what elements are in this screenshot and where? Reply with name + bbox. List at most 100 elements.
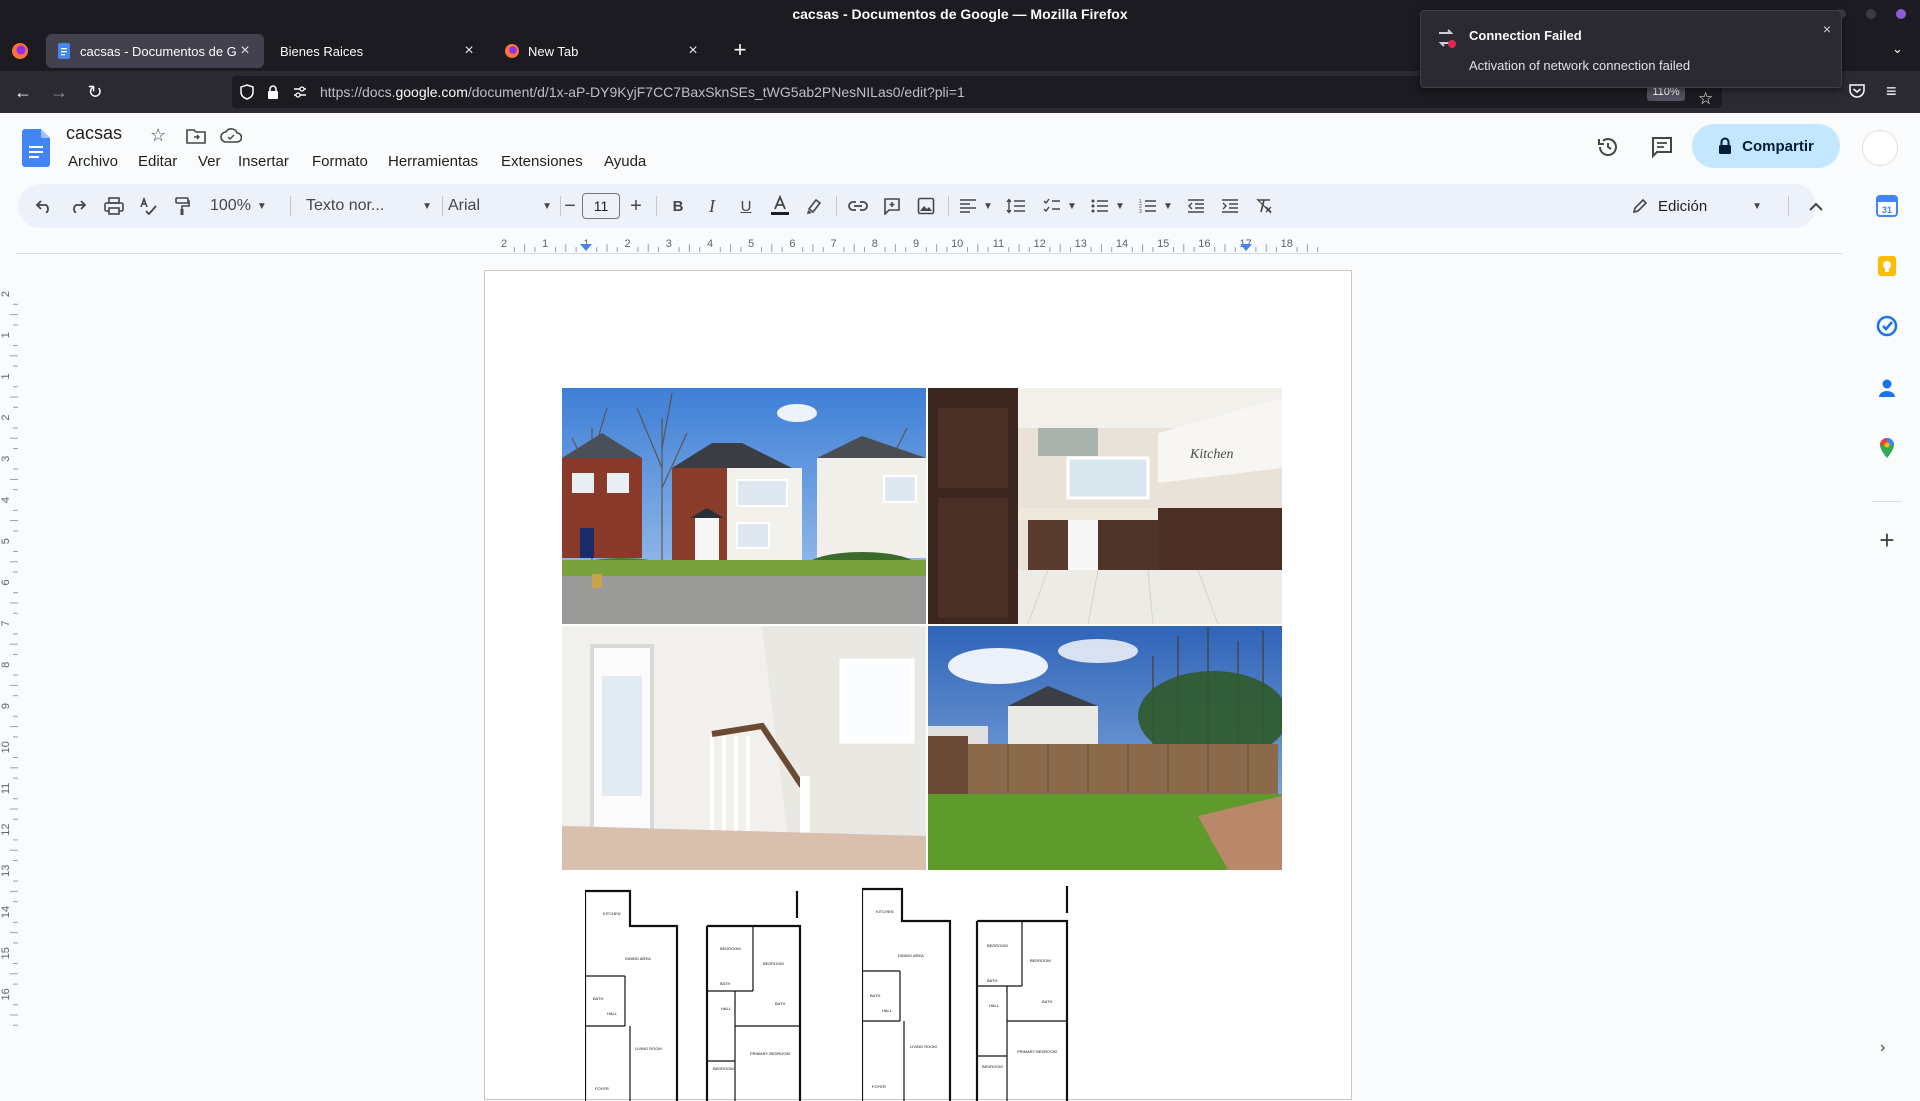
star-icon[interactable]: ☆ xyxy=(150,125,166,146)
contacts-icon[interactable] xyxy=(1876,377,1898,399)
room-label: FOYER xyxy=(872,1084,886,1089)
side-panel: 31 + › xyxy=(1854,181,1920,1080)
shield-icon[interactable] xyxy=(240,84,254,100)
show-side-panel-chevron-icon[interactable]: › xyxy=(1880,1039,1885,1057)
menu-archivo[interactable]: Archivo xyxy=(68,153,118,170)
editing-mode-select[interactable]: Edición ▼ xyxy=(1632,194,1762,218)
collapse-menus-chevron-up-icon[interactable] xyxy=(1804,194,1828,218)
italic-icon[interactable]: I xyxy=(700,194,724,218)
ruler-tick-label: 14 xyxy=(0,906,12,918)
docs-logo-icon[interactable] xyxy=(22,129,50,167)
spellcheck-icon[interactable] xyxy=(136,194,160,218)
move-folder-icon[interactable] xyxy=(186,127,206,145)
highlight-color-icon[interactable] xyxy=(802,194,826,218)
checklist-select[interactable]: ▼ xyxy=(1040,194,1080,218)
caret-down-icon: ▼ xyxy=(542,200,552,212)
photo-house-exterior[interactable] xyxy=(562,388,926,624)
undo-icon[interactable] xyxy=(32,194,56,218)
add-comment-icon[interactable] xyxy=(880,194,904,218)
horizontal-ruler[interactable]: 21123456789101112131415161718 xyxy=(16,234,1842,254)
tab-new-tab[interactable]: New Tab × xyxy=(494,34,712,68)
paragraph-style-select[interactable]: Texto nor... ▼ xyxy=(306,194,432,218)
photo-kitchen[interactable]: Kitchen xyxy=(928,388,1282,624)
close-tab-icon[interactable]: × xyxy=(460,42,478,60)
ruler-tick-label: 3 xyxy=(0,456,12,462)
cloud-status-icon[interactable] xyxy=(220,127,242,143)
floor-plan-right[interactable]: KITCHEN DINING AREA BATH HALL LIVING ROO… xyxy=(862,881,1092,1101)
avatar[interactable] xyxy=(1862,130,1898,166)
underline-icon[interactable]: U xyxy=(734,194,758,218)
tab-docs[interactable]: cacsas - Documentos de Goo × xyxy=(46,34,264,68)
room-label: BATH xyxy=(870,993,881,998)
permissions-icon[interactable] xyxy=(292,84,308,100)
align-select[interactable]: ▼ xyxy=(958,194,994,218)
numbered-list-select[interactable]: 1 2 3 ▼ xyxy=(1136,194,1176,218)
menu-extensiones[interactable]: Extensiones xyxy=(501,153,583,170)
paint-format-icon[interactable] xyxy=(170,194,194,218)
print-icon[interactable] xyxy=(102,194,126,218)
docs-favicon-icon xyxy=(56,43,72,59)
hamburger-menu-icon[interactable]: ≡ xyxy=(1886,81,1897,102)
list-all-tabs-chevron-icon[interactable]: ⌄ xyxy=(1892,41,1903,57)
maps-icon[interactable] xyxy=(1876,437,1898,459)
photo-hallway[interactable] xyxy=(562,626,926,870)
document-page[interactable]: Kitchen KITCHEN DINING AREA BATH HALL LI… xyxy=(484,270,1352,1101)
floor-plan-left-drawing xyxy=(585,889,802,1101)
add-addon-plus-icon[interactable]: + xyxy=(1874,527,1900,553)
horizontal-ruler-svg: 21123456789101112131415161718 xyxy=(501,238,1319,252)
back-arrow-icon[interactable]: ← xyxy=(10,79,36,105)
connection-failed-notification[interactable]: Connection Failed Activation of network … xyxy=(1420,10,1842,88)
keep-icon[interactable] xyxy=(1876,255,1898,277)
tab-bienes-raices[interactable]: Bienes Raices × xyxy=(270,34,488,68)
lock-icon[interactable] xyxy=(266,84,280,100)
decrease-font-size-icon[interactable]: − xyxy=(558,194,582,218)
increase-indent-icon[interactable] xyxy=(1218,194,1242,218)
calendar-icon[interactable]: 31 xyxy=(1876,195,1898,217)
left-indent-marker[interactable] xyxy=(580,244,592,251)
formatting-toolbar: 100% ▼ Texto nor... ▼ Arial ▼ − 11 + B I U … xyxy=(18,184,1823,228)
version-history-icon[interactable] xyxy=(1596,135,1620,159)
menu-ver[interactable]: Ver xyxy=(198,153,221,170)
font-size-input[interactable]: 11 xyxy=(582,193,620,219)
ruler-tick-label: 8 xyxy=(0,662,12,668)
clear-formatting-icon[interactable] xyxy=(1252,194,1276,218)
decrease-indent-icon[interactable] xyxy=(1184,194,1208,218)
close-notification-icon[interactable]: × xyxy=(1823,21,1831,37)
close-tab-icon[interactable]: × xyxy=(684,42,702,60)
forward-arrow-icon[interactable]: → xyxy=(46,79,72,105)
menu-formato[interactable]: Formato xyxy=(312,153,368,170)
close-window-button[interactable] xyxy=(1896,9,1906,19)
insert-image-icon[interactable] xyxy=(914,194,938,218)
ruler-tick-label: 7 xyxy=(0,621,12,627)
photo-backyard[interactable] xyxy=(928,626,1282,870)
menu-editar[interactable]: Editar xyxy=(138,153,177,170)
menu-insertar[interactable]: Insertar xyxy=(238,153,289,170)
bulleted-list-select[interactable]: ▼ xyxy=(1088,194,1128,218)
ruler-tick-label: 6 xyxy=(789,238,795,250)
tasks-icon[interactable] xyxy=(1876,315,1898,337)
vertical-ruler[interactable]: 2 1 1 2 3 4 5 6 7 8 9 10 11 12 13 14 15 16 xyxy=(0,254,18,1080)
insert-link-icon[interactable] xyxy=(846,194,870,218)
maximize-button[interactable] xyxy=(1866,9,1876,19)
bold-icon[interactable]: B xyxy=(666,194,690,218)
increase-font-size-icon[interactable]: + xyxy=(624,194,648,218)
zoom-select[interactable]: 100% ▼ xyxy=(210,194,282,218)
redo-icon[interactable] xyxy=(66,194,90,218)
document-title[interactable]: cacsas xyxy=(66,123,122,144)
firefox-view-icon[interactable] xyxy=(10,41,30,61)
share-button[interactable]: Compartir xyxy=(1692,124,1840,168)
pocket-icon[interactable] xyxy=(1848,82,1866,100)
menu-herramientas[interactable]: Herramientas xyxy=(388,153,478,170)
font-family-select[interactable]: Arial ▼ xyxy=(448,194,552,218)
notification-title: Connection Failed xyxy=(1469,28,1582,43)
room-label: HALL xyxy=(882,1008,893,1013)
comments-icon[interactable] xyxy=(1650,135,1674,159)
menu-ayuda[interactable]: Ayuda xyxy=(604,153,646,170)
text-color-icon[interactable] xyxy=(768,194,792,218)
tab-label: Bienes Raices xyxy=(280,43,364,59)
floor-plan-left[interactable]: KITCHEN DINING AREA BATH HALL LIVING ROO… xyxy=(585,886,835,1101)
new-tab-plus-icon[interactable]: + xyxy=(728,37,752,63)
reload-icon[interactable]: ↻ xyxy=(82,79,108,105)
line-spacing-icon[interactable] xyxy=(1004,194,1028,218)
close-tab-icon[interactable]: × xyxy=(236,42,254,60)
